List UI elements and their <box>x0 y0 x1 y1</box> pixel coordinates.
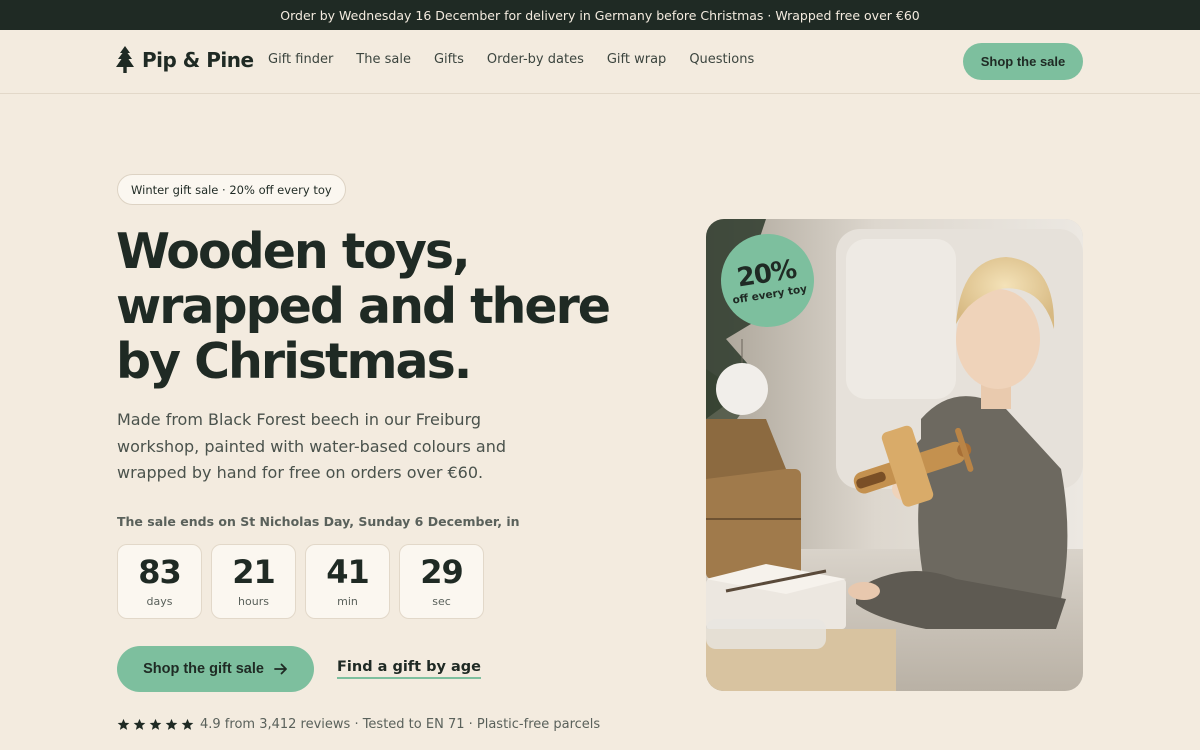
nav-link-gifts[interactable]: Gifts <box>434 52 464 67</box>
pine-tree-icon <box>116 46 134 73</box>
sale-ends-text: The sale ends on St Nicholas Day, Sunday… <box>117 514 520 529</box>
announcement-bar: Order by Wednesday 16 December for deliv… <box>0 0 1200 30</box>
site-header: Pip & Pine Gift finder The sale Gifts Or… <box>0 30 1200 94</box>
primary-nav: Gift finder The sale Gifts Order-by date… <box>268 52 754 67</box>
countdown-value: 41 <box>326 553 370 591</box>
countdown-unit: hours <box>238 595 269 608</box>
countdown-timer: 83 days 21 hours 41 min 29 sec <box>117 544 484 619</box>
countdown-value: 21 <box>232 553 276 591</box>
star-icon <box>181 718 194 730</box>
countdown-unit: sec <box>432 595 451 608</box>
rating-text: 4.9 from 3,412 reviews · Tested to EN 71… <box>200 717 601 732</box>
star-icon <box>117 718 130 730</box>
nav-link-the-sale[interactable]: The sale <box>356 52 411 67</box>
rating-row: 4.9 from 3,412 reviews · Tested to EN 71… <box>117 717 600 732</box>
arrow-right-icon <box>274 663 287 675</box>
hero-description: Made from Black Forest beech in our Frei… <box>117 410 507 482</box>
nav-link-questions[interactable]: Questions <box>689 52 754 67</box>
countdown-seconds: 29 sec <box>399 544 484 619</box>
shop-gift-sale-label: Shop the gift sale <box>143 661 264 677</box>
nav-link-gift-wrap[interactable]: Gift wrap <box>607 52 666 67</box>
find-gift-by-age-link[interactable]: Find a gift by age <box>337 659 481 679</box>
brand-logo[interactable]: Pip & Pine <box>116 46 254 74</box>
announcement-text: Order by Wednesday 16 December for deliv… <box>280 7 920 23</box>
countdown-value: 83 <box>138 553 182 591</box>
countdown-hours: 21 hours <box>211 544 296 619</box>
nav-link-order-by-dates[interactable]: Order-by dates <box>487 52 584 67</box>
headline-line-3: by Christmas. <box>116 333 472 390</box>
star-icon <box>133 718 146 730</box>
brand-name: Pip & Pine <box>142 48 254 72</box>
countdown-value: 29 <box>420 553 464 591</box>
sale-pill: Winter gift sale · 20% off every toy <box>117 174 346 205</box>
headline-line-2: wrapped and there <box>116 278 611 335</box>
shop-the-sale-button[interactable]: Shop the sale <box>963 43 1083 80</box>
star-icon <box>165 718 178 730</box>
shop-gift-sale-button[interactable]: Shop the gift sale <box>117 646 314 692</box>
hero-headline: Wooden toys, wrapped and there by Christ… <box>116 224 676 389</box>
countdown-days: 83 days <box>117 544 202 619</box>
countdown-minutes: 41 min <box>305 544 390 619</box>
headline-line-1: Wooden toys, <box>116 223 471 280</box>
nav-link-gift-finder[interactable]: Gift finder <box>268 52 333 67</box>
star-icon <box>149 718 162 730</box>
countdown-unit: days <box>146 595 173 608</box>
star-rating <box>117 718 194 731</box>
countdown-unit: min <box>337 595 358 608</box>
